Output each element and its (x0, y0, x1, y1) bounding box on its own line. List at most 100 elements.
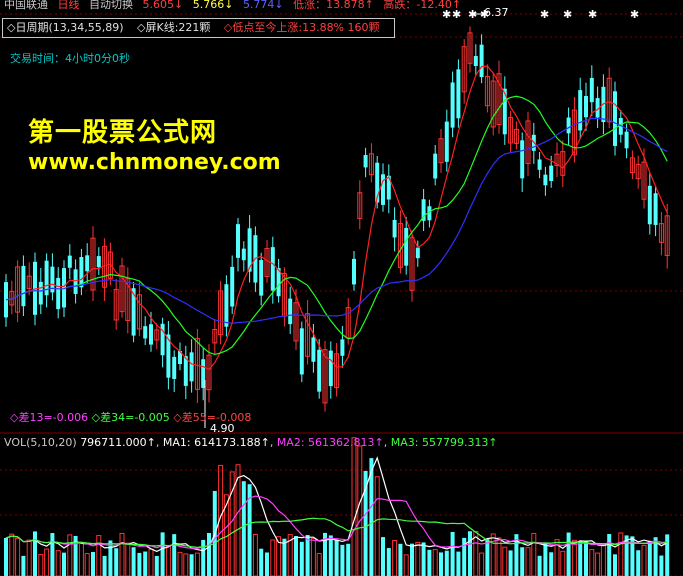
volume-bar (502, 546, 508, 576)
volume-bar (549, 552, 554, 576)
candle-body (363, 155, 368, 168)
candle-body (270, 247, 275, 291)
volume-bar (91, 551, 95, 576)
price-v3: 5.774↓ (242, 0, 284, 11)
volume-bar (177, 551, 183, 576)
candle-body (520, 140, 525, 179)
volume-bar (618, 532, 624, 576)
volume-bar (421, 542, 426, 576)
volume-bar (299, 541, 304, 576)
volume-label: VOL(5,10,20) (4, 436, 77, 449)
volume-bar (160, 532, 165, 576)
low-price-label: 4.90 (210, 422, 235, 435)
volume-bar (665, 534, 670, 576)
volume-bar (189, 554, 194, 576)
candle-body (259, 260, 264, 296)
candle-body (473, 56, 478, 67)
volume-bar (450, 531, 455, 576)
volume-bar (468, 531, 472, 576)
volume-bar (310, 537, 316, 576)
volume-bar (357, 445, 363, 576)
candle-body (67, 255, 72, 268)
volume-bar (589, 549, 595, 576)
candle-body (340, 339, 345, 356)
volume-bar (194, 552, 200, 576)
volume-bar (33, 531, 37, 576)
stock-name[interactable]: 中国联通 (4, 0, 48, 11)
candle-body (584, 96, 588, 118)
candle-body (299, 328, 304, 375)
kline-chart[interactable]: ✱ ✱ ✱ ✱ ✱ ✱ ✱ ✱ (0, 0, 683, 576)
candle-body (352, 258, 356, 285)
volume-bar (67, 534, 73, 576)
auto-switch[interactable]: 自动切换 (89, 0, 133, 11)
volume-bar (485, 539, 490, 576)
candle-body (392, 219, 397, 238)
signal-star: ✱ (630, 8, 639, 21)
candle-body (647, 185, 652, 225)
candlesticks (4, 26, 670, 412)
low-rise: 低涨：13.878↑ (293, 0, 374, 11)
candle-body (415, 247, 420, 259)
volume-header: VOL(5,10,20) 796711.000↑, MA1: 614173.18… (4, 436, 498, 449)
volume-bar (520, 547, 525, 576)
volume-bars (4, 437, 670, 576)
volume-bar (613, 554, 617, 576)
volume-bar (282, 538, 287, 576)
volume-bar (381, 537, 385, 576)
candle-body (456, 69, 461, 119)
period-info: ◇日周期(13,34,55,89) (7, 21, 124, 34)
volume-bar (595, 552, 601, 576)
volume-bar (560, 550, 566, 576)
candle-body (143, 326, 148, 339)
volume-bar (26, 539, 32, 576)
volume-bar (4, 537, 8, 576)
volume-bar (125, 542, 131, 576)
candle-body (236, 224, 240, 258)
candle-body (311, 337, 316, 362)
candle-body (38, 281, 43, 305)
volume-bar (114, 548, 119, 576)
volume-bar (241, 481, 246, 576)
volume-ma1: MA1: 614173.188↑ (162, 436, 270, 449)
candle-body (450, 82, 455, 128)
volume-bar (403, 554, 409, 576)
price-v1: 5.605↓ (142, 0, 184, 11)
volume-bar (84, 553, 90, 576)
volume-bar (479, 552, 485, 576)
volume-bar (571, 539, 577, 576)
volume-bar (432, 549, 438, 576)
volume-bar (398, 543, 403, 576)
volume-bar (415, 541, 421, 576)
candle-body (189, 352, 194, 382)
volume-bar (55, 550, 61, 576)
volume-bar (201, 539, 206, 576)
candle-body (241, 248, 246, 261)
candle-body (328, 350, 333, 387)
watermark-url: www.chnmoney.com (28, 150, 281, 175)
signal-star: ✱ (540, 8, 549, 21)
volume-bar (207, 532, 211, 576)
volume-bar (647, 540, 652, 576)
volume-bar (578, 540, 583, 576)
candle-body (404, 227, 409, 266)
candle-body (317, 349, 322, 392)
volume-bar (154, 555, 159, 576)
volume-bar (305, 535, 310, 576)
candle-body (224, 284, 229, 327)
volume-bar (566, 532, 571, 576)
signal-star: ✱ (588, 8, 597, 21)
volume-bar (346, 543, 351, 576)
period-label[interactable]: 日线 (58, 0, 80, 11)
candle-body (537, 159, 542, 170)
volume-bar (96, 535, 102, 576)
price-v2: 5.766↓ (192, 0, 234, 11)
candle-body (543, 174, 548, 186)
volume-bar (636, 550, 641, 576)
volume-bar (131, 547, 136, 576)
volume-bar (44, 548, 50, 576)
volume-bar (641, 544, 647, 576)
info-box: ◇日周期(13,34,55,89) ◇屏K线:221颗 ◇低点至今上涨:13.8… (2, 18, 395, 38)
candle-body (444, 121, 449, 162)
volume-bar (439, 552, 443, 576)
